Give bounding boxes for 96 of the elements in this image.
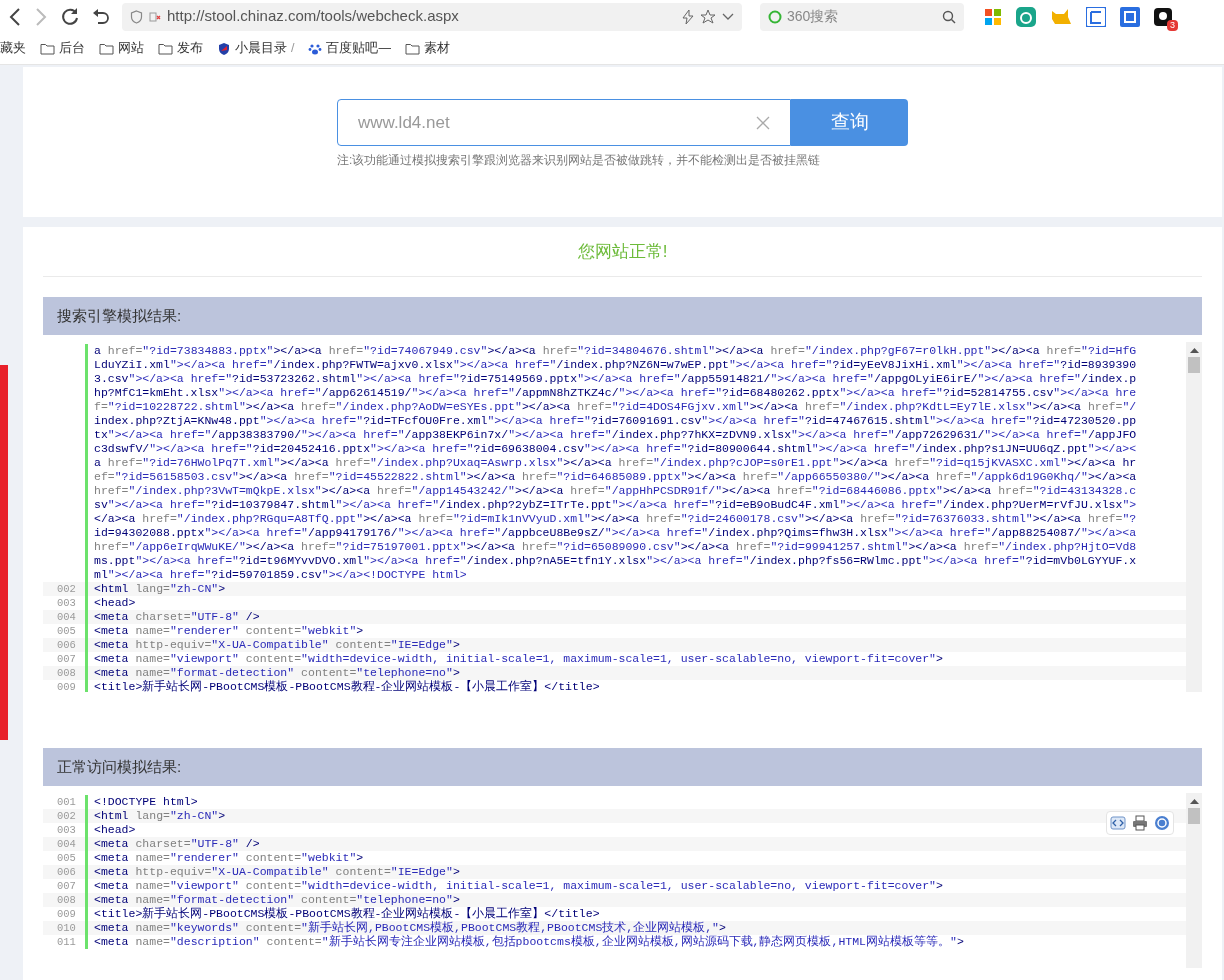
- line-number: 003: [56, 596, 77, 610]
- folder-icon: [40, 42, 55, 55]
- code-line: 3.csv"></a><a href="?id=53723262.shtml"></a><a href="?id=75149569.pptx"></a><a href="/app55914821/"></a><a href="/appgOLyiE6irE/"></a><a href="/index.p: [93, 372, 1137, 386]
- scroll-up-icon[interactable]: [1189, 798, 1199, 804]
- code-line: <html lang="zh-CN">: [93, 809, 226, 823]
- insecure-icon: [149, 10, 161, 23]
- line-number: 006: [56, 865, 77, 879]
- code-line: LduYZiI.xml"></a><a href="/index.php?FWTW=ajxv0.xlsx"></a><a href="/index.php?NZ6N=w7wEP.ppt"></a><a href="?id=yEeV8JixHi.xml"></a><a href="?id=8939390: [93, 358, 1137, 372]
- note-text: 注:该功能通过模拟搜索引擎跟浏览器来识别网站是否被做跳转，并不能检测出是否被挂黑链: [337, 152, 822, 169]
- code-line: <title>新手站长网-PBootCMS模板-PBootCMS教程-企业网站模板-【小晨工作室】</title>: [93, 907, 600, 921]
- code-line: <html lang="zh-CN">: [93, 582, 226, 596]
- code-line: tx"></a><a href="/app38383790/"></a><a href="/app38EKP6in7x/"></a><a href="/index.php?7hKX=zDVN9.xlsx"></a><a href="/app72629631/"></a><a href="/appJFO: [93, 428, 1137, 442]
- windows-icon[interactable]: [984, 7, 1002, 26]
- line-number: 006: [56, 638, 77, 652]
- line-number: 008: [56, 666, 77, 680]
- code-line: hp?MfC1=kmEht.xlsx"></a><a href="/app62614519/"></a><a href="/appmN8hZTKZ4c/"></a><a href="?id=68480262.pptx"></a><a href="?id=52814755.csv"></a><a hre: [93, 386, 1137, 400]
- line-number: 005: [56, 624, 77, 638]
- line-number: 008: [56, 893, 77, 907]
- scroll-up-icon[interactable]: [1189, 347, 1199, 353]
- code-line: <meta name="description" content="新手站长网专注企业网站模板,包括pbootcms模板,企业网站模板,网站源码下载,静态网页模板,HTML网站模板等等。">: [93, 935, 964, 949]
- code-line: <meta charset="UTF-8" />: [93, 837, 260, 851]
- bookmark[interactable]: 小晨目录: [217, 39, 287, 58]
- help-icon[interactable]: [1154, 815, 1170, 831]
- print-icon[interactable]: [1132, 815, 1148, 831]
- code-line: <!DOCTYPE html>: [93, 795, 198, 809]
- code-line: href="/index.php?3VwT=mQkpE.xlsx"></a><a href="/app14543242/"></a><a href="/appHhPCSDR91f/"></a><a href="?id=68446086.pptx"></a><a href="?id=43134328.c: [93, 484, 1137, 498]
- bookmark[interactable]: 发布: [158, 39, 203, 58]
- code-line: href="/app6eIrqWWuKE/"></a><a href="?id=75197001.pptx"></a><a href="?id=65089090.csv"></a><a href="?id=99941257.shtml"></a><a href="/index.php?HjtO=Vd8: [93, 540, 1137, 554]
- folder-icon: [405, 42, 420, 55]
- code-line: <meta charset="UTF-8" />: [93, 610, 260, 624]
- code-line: a href="?id=76HWolPq7T.xml"></a><a href="/index.php?Uxaq=Aswrp.xlsx"></a><a href="/index.php?cJOP=s0rE1.ppt"></a><a href="?id=q15jKVASXC.xml"></a><a hr: [93, 456, 1137, 470]
- bookmark[interactable]: 网站: [99, 39, 144, 58]
- code-line: <meta name="renderer" content="webkit">: [93, 851, 364, 865]
- code-line: <meta http-equiv="X-UA-Compatible" content="IE=Edge">: [93, 638, 460, 652]
- code-line: f="?id=10228722.shtml"></a><a href="/index.php?AoDW=eSYEs.ppt"></a><a href="?id=4DOS4FGjxv.xml"></a><a href="/index.php?KdtL=Ey7lE.xlsx"></a><a href="/: [93, 400, 1137, 414]
- line-number: 002: [56, 582, 77, 596]
- view-source-icon[interactable]: [1110, 815, 1126, 831]
- code-line: </a><a href="/index.php?RGqu=A8TfQ.ppt"></a><a href="?id=mIk1nVVyuD.xml"></a><a href="?id=24600178.csv"></a><a href="?id=76376033.shtml"></a><a href="?: [93, 512, 1137, 526]
- notification-badge: 3: [1167, 19, 1178, 31]
- line-number: 007: [56, 879, 77, 893]
- search-icon[interactable]: [942, 9, 956, 24]
- search-engine-icon: [768, 9, 782, 24]
- code-line: a href="?id=73834883.pptx"></a><a href="?id=74067949.csv"></a><a href="?id=34804676.shtml"></a><a href="/index.php?gF67=r0lkH.ppt"></a><a href="?id=HfG: [93, 344, 1137, 358]
- star-icon[interactable]: [700, 8, 716, 25]
- chevron-down-icon[interactable]: [722, 12, 734, 21]
- line-number: 011: [56, 935, 77, 949]
- line-number: 007: [56, 652, 77, 666]
- scrollbar[interactable]: [1186, 342, 1202, 692]
- shield-icon: [130, 9, 143, 24]
- line-number: 004: [56, 837, 77, 851]
- folder-icon: [99, 42, 114, 55]
- line-number: 005: [56, 851, 77, 865]
- code-line: ms.ppt"></a><a href="?id=t96MYvvDVO.xml"></a><a href="/index.php?nA5E=tfn1Y.xlsx"></a><a href="/index.php?fs56=RWlmc.ppt"></a><a href="?id=mVb0LGYYUF.x: [93, 554, 1137, 568]
- code-line: <head>: [93, 596, 136, 610]
- line-number: 002: [56, 809, 77, 823]
- url-text: http://stool.chinaz.com/tools/webcheck.aspx: [167, 6, 460, 27]
- back-icon[interactable]: [8, 7, 22, 26]
- code-line: ef="?id=56158503.csv"></a><a href="?id=45522822.shtml"></a><a href="?id=64685089.pptx"></a><a href="/app66550380/"></a><a href="/appk6d19G0Khq/"></a><a: [93, 470, 1137, 484]
- code-line: <meta http-equiv="X-UA-Compatible" content="IE=Edge">: [93, 865, 460, 879]
- code-line: id=94302088.pptx"></a><a href="/app94179176/"></a><a href="/appbceU8Be9sZ/"></a><a href="/index.php?Qims=fhw3H.xlsx"></a><a href="/app88254087/"></a><a: [93, 526, 1137, 540]
- scroll-thumb[interactable]: [1188, 357, 1200, 373]
- separator-text: /: [291, 40, 295, 58]
- lightning-icon[interactable]: [682, 9, 694, 24]
- line-number: 001: [56, 795, 77, 809]
- section-header: 搜索引擎模拟结果:: [43, 297, 1202, 335]
- line-number: 009: [56, 680, 77, 692]
- shield-icon: [217, 41, 231, 56]
- section-header: 正常访问模拟结果:: [43, 748, 1202, 786]
- line-number: 003: [56, 823, 77, 837]
- line-number: 010: [56, 921, 77, 935]
- line-number: 009: [56, 907, 77, 921]
- undo-icon[interactable]: [92, 7, 110, 26]
- code-line: <head>: [93, 823, 136, 837]
- status-message: 您网站正常!: [43, 227, 1202, 277]
- address-bar[interactable]: http://stool.chinaz.com/tools/webcheck.aspx: [122, 2, 742, 31]
- bookmark[interactable]: 藏夹: [0, 39, 26, 58]
- code-line: ml"></a><a href="?id=59701859.csv"></a><!DOCTYPE html>: [93, 568, 467, 582]
- code-line: <meta name="viewport" content="width=device-width, initial-scale=1, maximum-scale=1, user-scalable=no, viewport-fit=cover">: [93, 652, 943, 666]
- code-line: <title>新手站长网-PBootCMS模板-PBootCMS教程-企业网站模板-【小晨工作室】</title>: [93, 680, 600, 692]
- bookmark[interactable]: 后台: [40, 39, 85, 58]
- bookmark[interactable]: 百度贴吧—: [308, 39, 391, 58]
- code-line: c3dswfV/"></a><a href="?id=20452416.pptx"></a><a href="?id=69638004.csv"></a><a href="?id=80900644.shtml"></a><a href="/index.php?s1JN=UU6qZ.ppt"></a><: [93, 442, 1137, 456]
- code-line: sv"></a><a href="?id=10379847.shtml"></a><a href="/index.php?2ybZ=ITrTe.ppt"></a><a href="?id=eB9oBudC4F.xml"></a><a href="/index.php?UerM=rVfJU.xlsx">: [93, 498, 1137, 512]
- code-line: <meta name="format-detection" content="telephone=no">: [93, 666, 460, 680]
- code-line: <meta name="keywords" content="新手站长网,PBootCMS模板,PBootCMS教程,PBootCMS技术,企业网站模板,">: [93, 921, 726, 935]
- code-line: <meta name="format-detection" content="telephone=no">: [93, 893, 460, 907]
- scrollbar[interactable]: [1186, 793, 1202, 968]
- code-line: <meta name="renderer" content="webkit">: [93, 624, 364, 638]
- bookmark[interactable]: 素材: [405, 39, 450, 58]
- folder-icon: [158, 42, 173, 55]
- scroll-thumb[interactable]: [1188, 808, 1200, 824]
- line-number: 004: [56, 610, 77, 624]
- reload-icon[interactable]: [60, 6, 80, 27]
- code-line: index.php?ZtjA=KNw48.ppt"></a><a href="?id=TFcfOU0Fre.xml"></a><a href="?id=76091691.csv"></a><a href="?id=47467615.shtml"></a><a href="?id=47230520.pp: [93, 414, 1137, 428]
- code-line: <meta name="viewport" content="width=device-width, initial-scale=1, maximum-scale=1, user-scalable=no, viewport-fit=cover">: [93, 879, 943, 893]
- app-icon[interactable]: [1154, 7, 1172, 26]
